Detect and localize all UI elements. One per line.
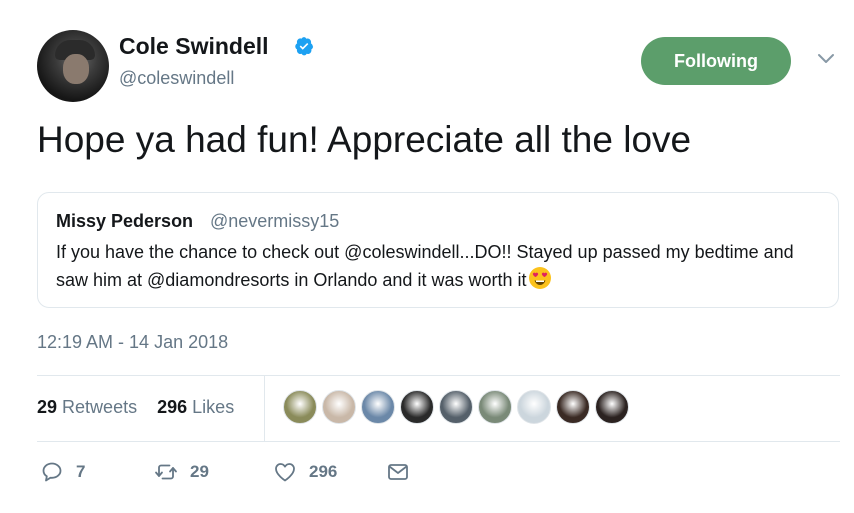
author-name[interactable]: Cole Swindell [119,32,269,60]
like-action[interactable]: 296 [273,460,337,484]
liker-avatar[interactable] [283,390,317,424]
likes-stat-label: Likes [192,397,235,417]
liker-avatar[interactable] [556,390,590,424]
stats-divider [264,375,265,441]
chevron-down-icon[interactable] [816,52,836,66]
divider-top [37,375,840,376]
likes-stat[interactable]: 296 Likes [157,397,234,417]
reply-icon [42,462,62,482]
tweet-actions: 7 29 296 [40,460,420,488]
retweet-count: 29 [190,462,209,481]
quoted-tweet-card[interactable]: Missy Pederson @nevermissy15 If you have… [37,192,839,308]
verified-badge-icon [295,37,314,56]
heart-icon [275,463,295,482]
liker-avatar[interactable] [439,390,473,424]
likes-stat-count: 296 [157,397,188,417]
quoted-tweet-text: If you have the chance to check out @col… [56,239,816,294]
liker-avatars [283,390,634,426]
envelope-icon [388,464,408,480]
author-avatar[interactable] [37,30,109,102]
retweets-stat[interactable]: 29 Retweets [37,397,137,417]
retweets-stat-label: Retweets [62,397,138,417]
author-handle[interactable]: @coleswindell [119,68,234,89]
liker-avatar[interactable] [478,390,512,424]
heart-eyes-icon [529,267,552,289]
reply-action[interactable]: 7 [40,460,85,484]
engagement-stats: 29 Retweets 296 Likes [37,397,234,418]
retweet-icon [155,464,177,480]
avatar-face [63,54,89,84]
tweet-text: Hope ya had fun! Appreciate all the love [37,119,692,160]
direct-message-action[interactable] [386,460,410,484]
like-count: 296 [309,462,338,481]
liker-avatar[interactable] [595,390,629,424]
retweets-stat-count: 29 [37,397,58,417]
quoted-author-handle: @nevermissy15 [210,211,340,231]
divider-bottom [37,441,840,442]
liker-avatar[interactable] [322,390,356,424]
quoted-tweet-body: If you have the chance to check out @col… [56,242,794,290]
following-button[interactable]: Following [641,37,791,85]
liker-avatar[interactable] [400,390,434,424]
retweet-action[interactable]: 29 [154,460,209,484]
liker-avatar[interactable] [517,390,551,424]
quoted-author-name: Missy Pederson [56,211,194,231]
liker-avatar[interactable] [361,390,395,424]
reply-count: 7 [76,462,86,481]
tweet-timestamp[interactable]: 12:19 AM - 14 Jan 2018 [37,332,228,353]
